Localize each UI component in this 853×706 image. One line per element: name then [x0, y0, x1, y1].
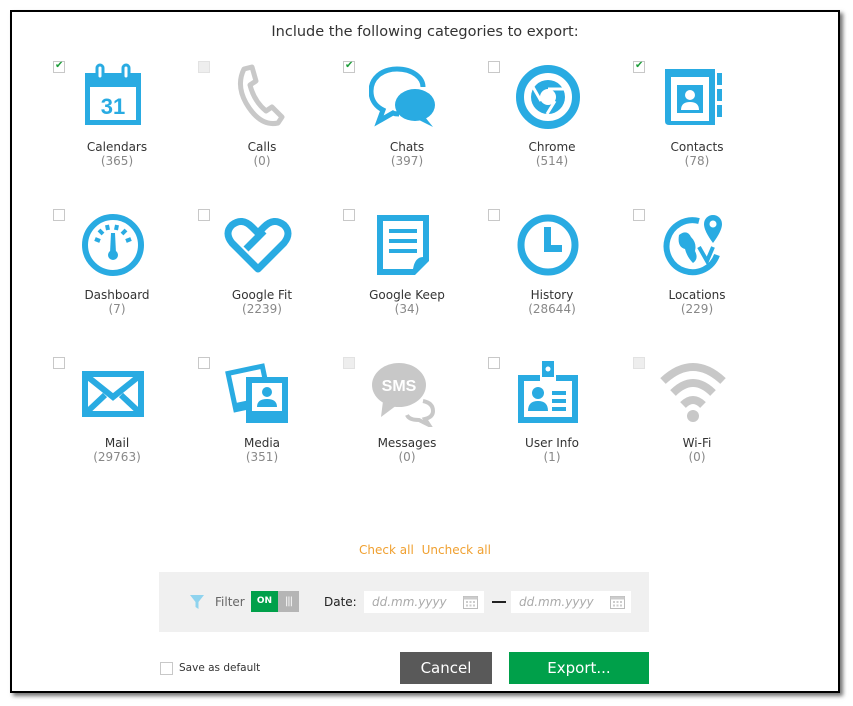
- category-calendars[interactable]: ✔ 31 Calendars (365): [12, 12, 157, 168]
- category-checkbox[interactable]: [488, 61, 500, 73]
- uncheck-all-link[interactable]: Uncheck all: [422, 543, 491, 557]
- category-user-info[interactable]: User Info (1): [447, 308, 592, 464]
- envelope-icon: [79, 359, 147, 427]
- date-from-field: [364, 591, 484, 613]
- category-count: (1): [543, 450, 561, 464]
- category-wi-fi: Wi-Fi (0): [592, 308, 737, 464]
- category-calls: Calls (0): [157, 12, 302, 168]
- category-checkbox[interactable]: ✔: [53, 60, 65, 73]
- calendar-picker-icon[interactable]: [610, 595, 625, 609]
- cancel-button[interactable]: Cancel: [400, 652, 492, 684]
- photos-icon: [224, 359, 292, 427]
- category-checkbox[interactable]: [633, 209, 645, 221]
- checkmark-icon: ✔: [345, 60, 354, 71]
- category-chrome[interactable]: Chrome (514): [447, 12, 592, 168]
- category-checkbox[interactable]: [343, 209, 355, 221]
- category-mail[interactable]: Mail (29763): [12, 308, 157, 464]
- category-contacts[interactable]: ✔ Contacts (78): [592, 12, 737, 168]
- category-checkbox[interactable]: [488, 357, 500, 369]
- category-dashboard[interactable]: Dashboard (7): [12, 160, 157, 316]
- checkmark-icon: ✔: [55, 60, 64, 71]
- category-google-fit[interactable]: Google Fit (2239): [157, 160, 302, 316]
- date-from-input[interactable]: [364, 591, 462, 613]
- heart-icon: [224, 211, 292, 279]
- clock-icon: [514, 211, 582, 279]
- category-checkbox: [343, 357, 355, 369]
- sms-icon-text: SMS: [382, 378, 417, 395]
- category-checkbox[interactable]: [53, 209, 65, 221]
- gauge-icon: [79, 211, 147, 279]
- category-checkbox: [198, 61, 210, 73]
- category-label: Locations: [668, 288, 726, 302]
- category-count: (351): [245, 450, 279, 464]
- chat-bubbles-icon: [369, 63, 437, 131]
- sms-icon: SMS: [369, 359, 437, 427]
- date-range-separator: [492, 601, 506, 603]
- date-label: Date:: [324, 595, 357, 609]
- category-checkbox[interactable]: [198, 357, 210, 369]
- category-checkbox[interactable]: [198, 209, 210, 221]
- funnel-icon: [190, 595, 204, 609]
- category-checkbox[interactable]: [488, 209, 500, 221]
- export-dialog: Include the following categories to expo…: [10, 10, 840, 693]
- date-to-input[interactable]: [511, 591, 609, 613]
- category-checkbox[interactable]: ✔: [633, 60, 645, 73]
- checkmark-icon: ✔: [635, 60, 644, 71]
- address-book-icon: [659, 63, 727, 131]
- category-chats[interactable]: ✔ Chats (397): [302, 12, 447, 168]
- globe-pin-icon: [659, 211, 727, 279]
- bulk-select-links: Check all Uncheck all: [12, 543, 838, 557]
- toggle-on-label: ON: [251, 591, 278, 612]
- check-all-link[interactable]: Check all: [359, 543, 414, 557]
- category-messages: SMS Messages (0): [302, 308, 447, 464]
- category-checkbox[interactable]: ✔: [343, 60, 355, 73]
- category-count: (29763): [93, 450, 141, 464]
- note-icon: [369, 211, 437, 279]
- filter-label: Filter: [215, 595, 245, 609]
- save-as-default-label: Save as default: [179, 662, 261, 674]
- calendar-day: 31: [101, 94, 125, 119]
- category-history[interactable]: History (28644): [447, 160, 592, 316]
- category-google-keep[interactable]: Google Keep (34): [302, 160, 447, 316]
- category-media[interactable]: Media (351): [157, 308, 302, 464]
- category-count: (0): [688, 450, 706, 464]
- wifi-icon: [659, 359, 727, 427]
- toggle-handle[interactable]: |||: [278, 591, 299, 612]
- calendar-icon: 31: [79, 63, 147, 131]
- category-label: Contacts: [670, 140, 724, 154]
- export-button[interactable]: Export...: [509, 652, 649, 684]
- chrome-icon: [514, 63, 582, 131]
- calendar-picker-icon[interactable]: [463, 595, 478, 609]
- category-locations[interactable]: Locations (229): [592, 160, 737, 316]
- filter-bar: Filter ON ||| Date:: [159, 572, 649, 632]
- category-count: (0): [398, 450, 416, 464]
- id-badge-icon: [514, 359, 582, 427]
- filter-toggle[interactable]: ON |||: [251, 591, 299, 612]
- date-to-field: [511, 591, 631, 613]
- category-label: Wi-Fi: [682, 436, 712, 450]
- phone-icon: [224, 63, 292, 131]
- category-checkbox[interactable]: [53, 357, 65, 369]
- save-as-default-checkbox[interactable]: [160, 662, 173, 675]
- category-checkbox: [633, 357, 645, 369]
